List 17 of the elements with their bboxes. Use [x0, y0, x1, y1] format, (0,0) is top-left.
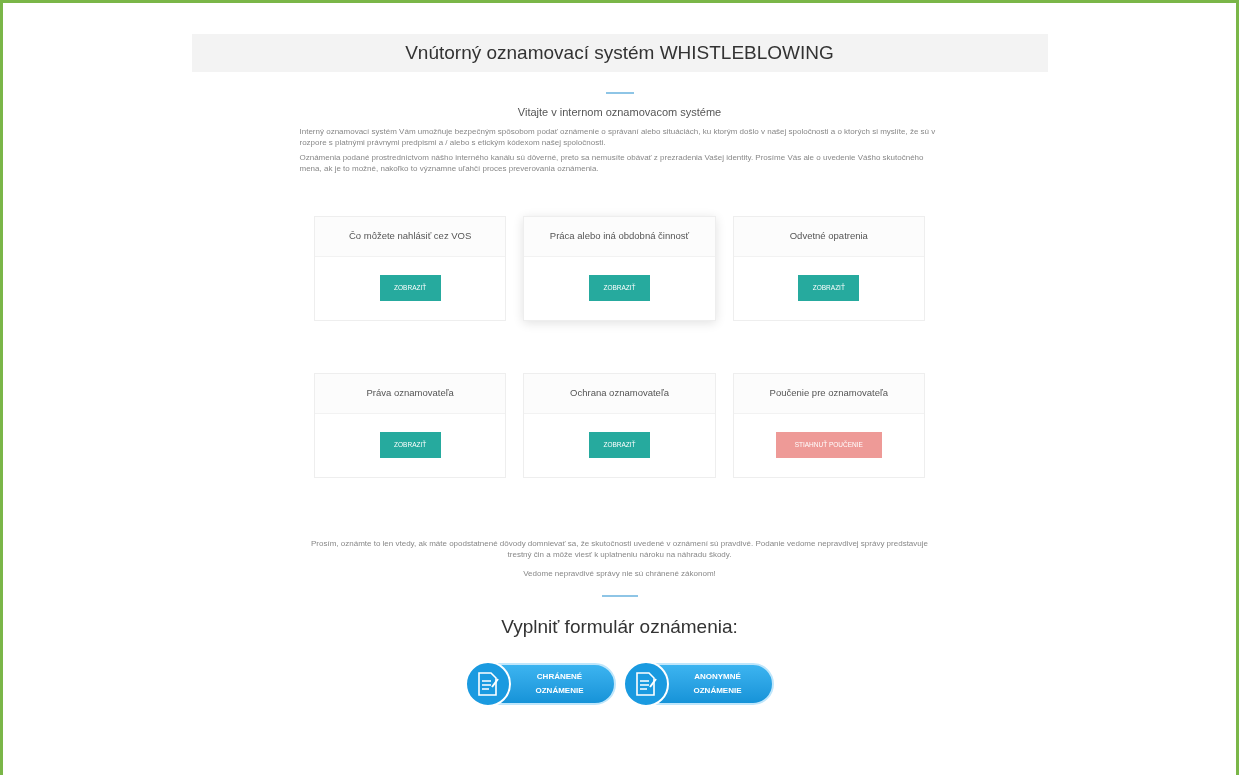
card-title: Práva oznamovateľa — [366, 385, 454, 400]
intro-heading: Vitajte v internom oznamovacom systéme — [517, 105, 722, 120]
report-button[interactable]: CHRÁNENÉ OZNÁMENIE — [465, 663, 616, 705]
card-title: Čo môžete nahlásiť cez VOS — [348, 228, 472, 243]
document-icon — [476, 671, 499, 697]
card-title: Poučenie pre oznamovateľa — [769, 385, 889, 400]
card-title: Odvetné opatrenia — [789, 228, 868, 243]
document-icon — [634, 671, 657, 697]
report-button[interactable]: ANONYMNÉ OZNÁMENIE — [623, 663, 774, 705]
form-heading: Vyplniť formulár oznámenia: — [501, 614, 738, 639]
intro-paragraph: Oznámenia podané prostredníctvom nášho interného kanálu sú dôverné, preto sa nemusíte obávať z prezradenia Vašej identity. Prosíme Vás ale o uvedenie Vášho skutočného mena, ak je to možné, nakoľko to významne uľahčí proces preverovania oznámenia. — [299, 151, 925, 174]
page-title: Vnútorný oznamovací systém WHISTLEBLOWING — [405, 40, 834, 65]
intro-paragraph: Interný oznamovací systém Vám umožňuje bezpečným spôsobom podať oznámenie o správaní alebo situáciách, ku ktorým došlo v našej spoločnosti a o ktorých si myslíte, že sú v rozpore s platnými právnymi predpismi a / alebo s etickým kódexom našej spoločnosti. — [299, 125, 937, 148]
warning-text: Prosím, oznámte to len vtedy, ak máte opodstatnené dôvody domnievať sa, že skutočnosti uvedené v oznámení sú pravdivé. Podanie vedome nepravdivej správy predstavuje trestný čin a môže viesť k uplatneniu nároku na náhradu škody. — [310, 537, 929, 560]
card-title: Práca alebo iná obdobná činnosť — [549, 228, 690, 243]
card-title: Ochrana oznamovateľa — [570, 385, 669, 400]
warning-text: Vedome nepravdivé správy nie sú chránené zákonom! — [523, 567, 716, 579]
